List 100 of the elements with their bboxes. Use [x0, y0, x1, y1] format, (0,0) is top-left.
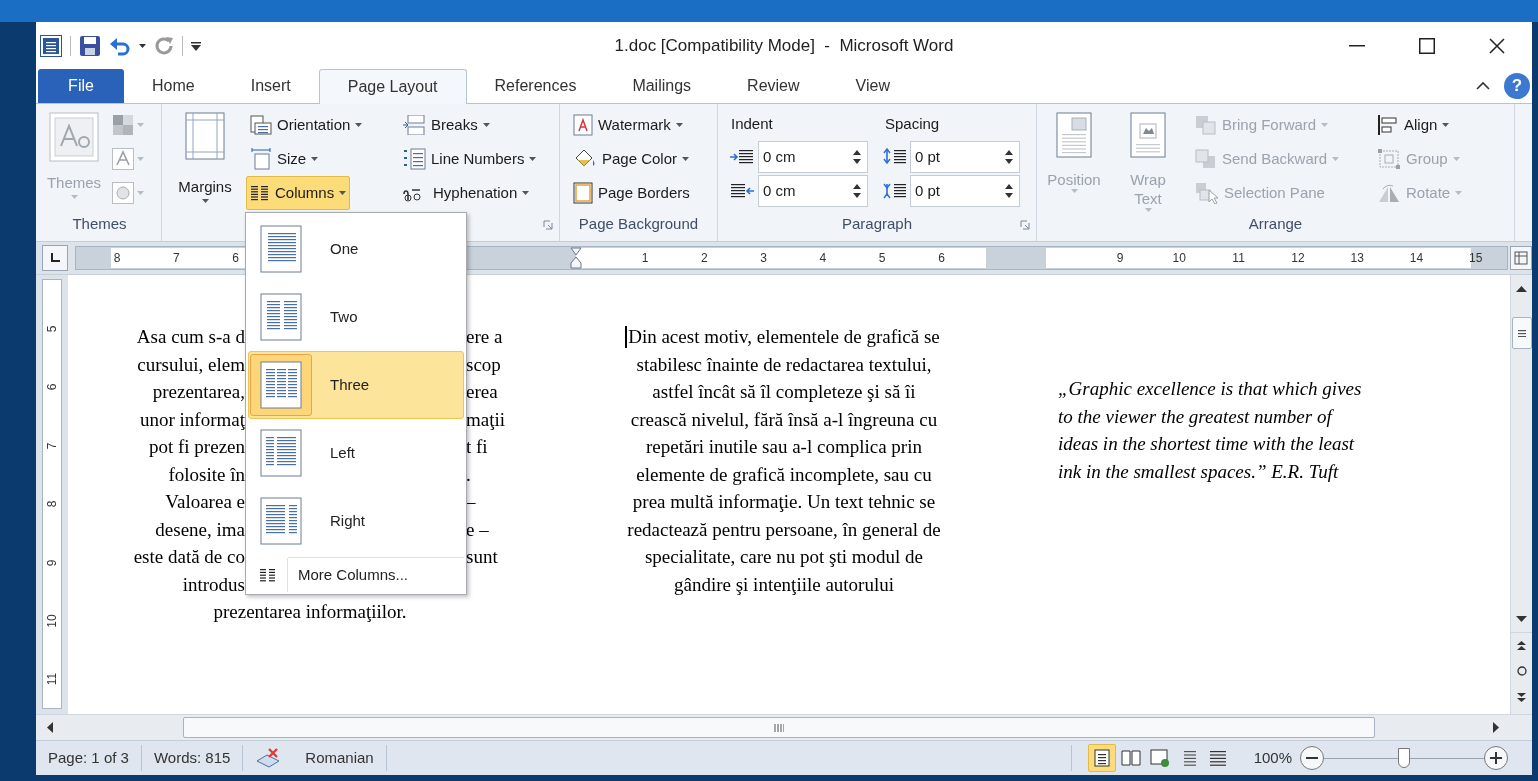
- zoom-out-button[interactable]: [1300, 746, 1324, 770]
- menu-item[interactable]: Three: [248, 351, 464, 419]
- spinner-arrows-icon[interactable]: [853, 183, 861, 199]
- zoom-in-button[interactable]: [1484, 746, 1508, 770]
- circle-icon: [1516, 666, 1527, 676]
- ribbon-button[interactable]: Columns: [246, 176, 351, 210]
- field-label: Indent: [730, 113, 773, 134]
- ribbon-button[interactable]: Page Borders: [569, 176, 694, 210]
- ribbon-tab[interactable]: Review: [719, 69, 828, 103]
- dialog-launcher-icon[interactable]: [543, 220, 553, 230]
- ribbon-button[interactable]: Watermark: [569, 108, 687, 142]
- spin-field[interactable]: 0 pt: [910, 141, 1020, 173]
- indent-marker-icon[interactable]: [570, 247, 582, 269]
- tab-selector-button[interactable]: [42, 245, 68, 271]
- columns-icon: [250, 185, 270, 201]
- text-line: sunt: [466, 545, 498, 569]
- caret-icon: [139, 44, 146, 48]
- menu-item[interactable]: Right: [248, 487, 464, 555]
- ribbon-tab[interactable]: References: [466, 69, 605, 103]
- ribbon-button[interactable]: Page Color: [569, 142, 694, 176]
- ribbon-tab[interactable]: Home: [124, 69, 223, 103]
- ruler-number: 8: [112, 250, 122, 267]
- themes-icon: [49, 112, 99, 162]
- ruler-number: 10: [44, 613, 60, 629]
- paragraph: Din acest motiv, elementele de grafică se stabilesc înainte de redactarea textului, astfel încât să îl completeze şi să îi crească nivelul, fără însă a-l îngreuna cu repetări inutile sau a-l complica prin elemente de grafică incomplete, sau cu prea multă informaţie. Un text tehnic se redactează pentru persoane, în general de specialitate, care nu pot şti modul de gândire şi intenţiile autorului: [627, 325, 941, 597]
- spinner-arrows-icon[interactable]: [1005, 183, 1013, 199]
- margins-button[interactable]: Margins: [166, 108, 244, 208]
- group-label: Paragraph: [841, 213, 913, 234]
- spinner-arrows-icon[interactable]: [853, 149, 861, 165]
- text-line: .: [466, 462, 471, 487]
- selection-pane-icon: [1195, 182, 1219, 204]
- theme-fonts-icon: [112, 148, 134, 170]
- scroll-thumb[interactable]: [1511, 317, 1532, 349]
- ribbon-button[interactable]: Align: [1373, 108, 1454, 142]
- ribbon-button[interactable]: Breaks: [398, 108, 494, 142]
- ruler-number: 4: [818, 250, 828, 267]
- zoom-slider[interactable]: [1324, 747, 1484, 769]
- ribbon-button[interactable]: Line Numbers: [398, 142, 541, 176]
- collapse-ribbon-icon[interactable]: [1476, 81, 1490, 91]
- scroll-thumb[interactable]: [183, 717, 1375, 738]
- margins-icon: [185, 112, 225, 160]
- caret-icon: [1332, 157, 1340, 161]
- window-title: 1.doc [Compatibility Mode] - Microsoft Word: [614, 35, 954, 58]
- caret-icon: [355, 123, 363, 127]
- columns-icon: [259, 568, 276, 582]
- previous-page-icon: [1517, 641, 1526, 650]
- spin-field[interactable]: 0 cm: [758, 141, 868, 173]
- ribbon-tab[interactable]: Page Layout: [318, 69, 467, 104]
- ribbon-tab[interactable]: Insert: [222, 69, 319, 103]
- ribbon-tab[interactable]: View: [827, 69, 918, 103]
- language[interactable]: Romanian: [293, 746, 386, 770]
- spinner-arrows-icon[interactable]: [1005, 149, 1013, 165]
- help-button[interactable]: ?: [1504, 73, 1530, 99]
- align-icon: [1377, 115, 1399, 135]
- ruler-number: 6: [231, 250, 240, 267]
- customize-icon[interactable]: [191, 41, 201, 51]
- ribbon-button[interactable]: Hyphenation: [398, 176, 534, 210]
- zoom-slider-thumb[interactable]: [1398, 748, 1410, 768]
- ruler-number: 1: [640, 250, 650, 267]
- menu-item[interactable]: One: [248, 215, 464, 283]
- caret-icon: [1455, 191, 1463, 195]
- save-icon[interactable]: [79, 35, 101, 57]
- ruler-number: 9: [44, 558, 60, 568]
- ruler-number: 7: [171, 250, 181, 267]
- menu-item[interactable]: More Columns...: [248, 558, 464, 592]
- menu-item[interactable]: Two: [248, 283, 464, 351]
- quote: „Graphic excellence is that which gives to the viewer the greatest number of ideas in the shortest time with the least ink in the smallest spaces.” E.R. Tuft: [1058, 377, 1362, 484]
- text-line: introdus: [181, 572, 245, 597]
- dialog-launcher-icon[interactable]: [1020, 220, 1030, 230]
- left-arrow-icon: [47, 722, 53, 733]
- group-icon: [1377, 148, 1401, 170]
- text-line: folosite în: [167, 462, 245, 487]
- ribbon-button[interactable]: Size: [246, 142, 323, 176]
- ruler-number: 6: [44, 383, 60, 393]
- app-icon[interactable]: [40, 35, 62, 57]
- ruler-number: 13: [1349, 250, 1365, 267]
- ribbon-button[interactable]: Orientation: [246, 108, 367, 142]
- indent-right-icon: [729, 182, 755, 200]
- file-tab[interactable]: File: [38, 69, 124, 103]
- spin-field[interactable]: 0 cm: [758, 175, 868, 207]
- spin-field[interactable]: 0 pt: [910, 175, 1020, 207]
- text-line: maţii: [466, 407, 506, 432]
- caret-icon: [675, 123, 683, 127]
- redo-icon[interactable]: [154, 36, 174, 56]
- menu-item[interactable]: Left: [248, 419, 464, 487]
- zoom-level[interactable]: 100%: [1253, 746, 1292, 770]
- undo-icon[interactable]: [109, 36, 131, 56]
- proofing-icon[interactable]: [255, 747, 282, 769]
- view-icon: [1148, 747, 1171, 769]
- view-icon: [1119, 747, 1142, 769]
- text-line: ere a: [466, 325, 503, 349]
- column-layout-icon: [260, 361, 302, 409]
- text-line: pot fi prezen: [148, 435, 245, 459]
- text-line: Valoarea e: [164, 490, 245, 514]
- word-count: Words: 815: [152, 747, 232, 768]
- caret-icon: [522, 191, 530, 195]
- view-button[interactable]: [1087, 744, 1116, 772]
- caret-icon: [70, 194, 78, 199]
- ribbon-tab[interactable]: Mailings: [604, 69, 720, 103]
- view-ruler-button[interactable]: [1510, 246, 1532, 270]
